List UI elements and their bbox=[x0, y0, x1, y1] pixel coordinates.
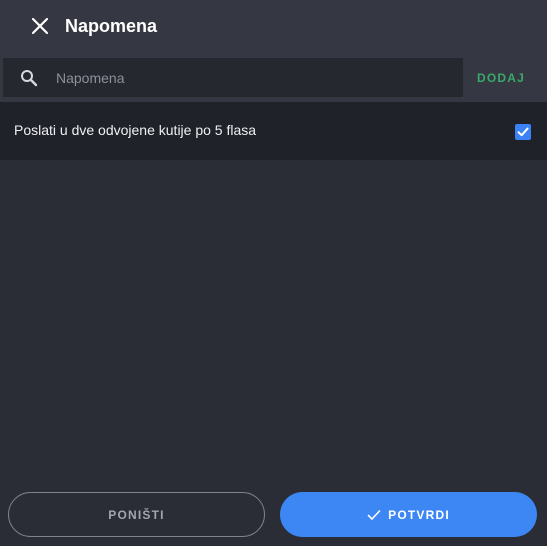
note-item[interactable]: Poslati u dve odvojene kutije po 5 flasa bbox=[0, 102, 547, 160]
note-text: Poslati u dve odvojene kutije po 5 flasa bbox=[14, 121, 257, 138]
check-icon bbox=[367, 508, 381, 522]
cancel-button[interactable]: PONIŠTI bbox=[8, 492, 265, 537]
dialog-header: Napomena bbox=[0, 0, 547, 52]
close-button[interactable] bbox=[28, 14, 52, 38]
search-row: DODAJ bbox=[0, 52, 547, 102]
add-button[interactable]: DODAJ bbox=[470, 58, 532, 97]
dialog-title: Napomena bbox=[65, 15, 158, 36]
search-box[interactable] bbox=[3, 58, 463, 97]
cancel-button-label: PONIŠTI bbox=[108, 507, 165, 522]
note-checkbox[interactable] bbox=[515, 124, 531, 140]
checkmark-icon bbox=[517, 127, 529, 137]
note-input[interactable] bbox=[54, 68, 438, 87]
confirm-button[interactable]: POTVRDI bbox=[280, 492, 537, 537]
close-icon bbox=[31, 17, 49, 35]
search-icon bbox=[20, 69, 38, 87]
confirm-button-label: POTVRDI bbox=[388, 507, 450, 522]
